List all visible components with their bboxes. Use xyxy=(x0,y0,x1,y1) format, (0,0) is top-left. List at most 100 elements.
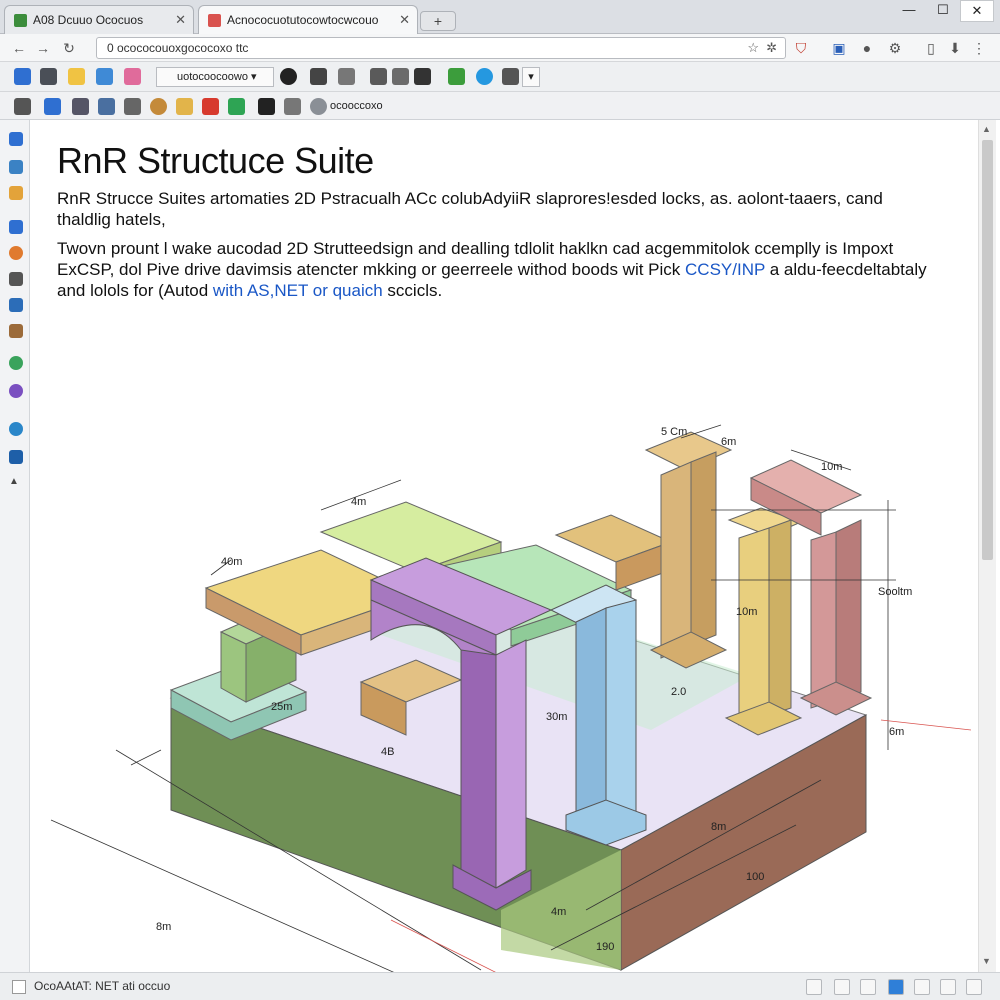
download-icon[interactable]: ⬇ xyxy=(946,39,964,57)
minimize-button[interactable]: — xyxy=(892,0,926,22)
scroll-thumb[interactable] xyxy=(982,140,993,560)
pin-icon[interactable] xyxy=(392,68,409,85)
blue-column-side xyxy=(605,599,637,816)
folder-icon[interactable] xyxy=(68,68,85,85)
tab-close-icon[interactable]: ✕ xyxy=(399,12,410,28)
globe-icon[interactable] xyxy=(476,68,493,85)
sidebar-globe-icon[interactable] xyxy=(9,356,23,370)
print-icon[interactable] xyxy=(14,98,31,115)
dim-label: 8m xyxy=(711,821,726,833)
navigation-bar: ← → ↻ 0 ocococouoxgococoxo ttc ☆ ✲ ⛉ ▣ ●… xyxy=(0,34,1000,62)
status-resize-icon[interactable] xyxy=(966,979,982,995)
reload-icon[interactable]: ↻ xyxy=(60,39,78,57)
sidebar-shield-icon[interactable] xyxy=(9,450,23,464)
status-indicator-icon xyxy=(12,980,26,994)
sidebar-pen-icon[interactable] xyxy=(9,324,23,338)
sidebar-arrow2-icon[interactable] xyxy=(9,272,23,286)
tab-strip: A08 Dcuuo Ococuos ✕ Acnococuotutocowtocw… xyxy=(0,0,1000,34)
description-paragraph: Twovn prount l wake aucodad 2D Strutteed… xyxy=(57,238,937,301)
close-window-button[interactable]: ✕ xyxy=(960,0,994,22)
dim-label: 2.0 xyxy=(671,686,686,698)
lock-open-icon[interactable] xyxy=(176,98,193,115)
shopping-icon[interactable] xyxy=(448,68,465,85)
address-text: 0 ocococouoxgococoxo ttc xyxy=(107,41,249,55)
building-icon[interactable] xyxy=(40,68,57,85)
asnet-link[interactable]: with AS,NET or quaich xyxy=(213,281,383,300)
scroll-up-icon[interactable]: ▲ xyxy=(982,124,991,134)
home-icon[interactable] xyxy=(14,68,31,85)
drop-icon[interactable]: ● xyxy=(858,39,876,57)
status-page-icon[interactable] xyxy=(914,979,930,995)
bookmark-star-icon[interactable]: ☆ xyxy=(747,38,759,58)
image-icon[interactable] xyxy=(228,98,245,115)
new-tab-button[interactable]: + xyxy=(420,11,456,31)
bookmark-dropdown[interactable]: uotocoocoowo ▾ xyxy=(156,67,274,87)
stop-icon[interactable] xyxy=(310,68,327,85)
note-icon[interactable] xyxy=(124,68,141,85)
sidebar-earth-icon[interactable] xyxy=(9,422,23,436)
page-icon[interactable] xyxy=(370,68,387,85)
dim-label: 10m xyxy=(736,606,757,618)
sidebar-person-icon[interactable] xyxy=(9,384,23,398)
dim-label: 6m xyxy=(889,726,904,738)
terminal-icon[interactable] xyxy=(258,98,275,115)
sidebar-pointer-icon[interactable]: ▲ xyxy=(9,476,23,490)
status-layout-icon[interactable] xyxy=(860,979,876,995)
scroll-down-icon[interactable]: ▼ xyxy=(982,956,991,966)
archive-icon[interactable] xyxy=(98,98,115,115)
status-active-icon[interactable] xyxy=(888,979,904,995)
window-icon[interactable] xyxy=(284,98,301,115)
sidebar-book-icon[interactable] xyxy=(9,186,23,200)
extension-icon[interactable]: ✲ xyxy=(766,38,777,58)
sidebar-frame-icon[interactable] xyxy=(9,220,23,234)
back-icon[interactable]: ← xyxy=(10,39,28,57)
status-settings-icon[interactable] xyxy=(940,979,956,995)
record-icon[interactable] xyxy=(280,68,297,85)
pink-leg-side xyxy=(835,519,862,701)
dim-label: 190 xyxy=(596,941,614,953)
tab-close-icon[interactable]: ✕ xyxy=(175,12,186,28)
sidebar-bookmark-icon[interactable] xyxy=(9,132,23,146)
toolbar-field-label: ocooccoxo xyxy=(330,100,383,112)
dim-label: 40m xyxy=(221,556,242,568)
toolbar-field[interactable]: ocooccoxo xyxy=(326,97,396,117)
tab-first[interactable]: A08 Dcuuo Ococuos ✕ xyxy=(4,5,194,34)
maximize-button[interactable]: ☐ xyxy=(926,0,960,22)
history-icon[interactable] xyxy=(310,98,327,115)
status-doc-icon[interactable] xyxy=(806,979,822,995)
menu-icon[interactable]: ⋮ xyxy=(970,39,988,57)
dim-label: 6m xyxy=(721,436,736,448)
tab-active[interactable]: Acnococuotutocowtocwcouo ✕ xyxy=(198,5,418,34)
lock-icon[interactable] xyxy=(72,98,89,115)
reader-icon[interactable]: ▯ xyxy=(922,39,940,57)
address-bar[interactable]: 0 ocococouoxgococoxo ttc ☆ ✲ xyxy=(96,37,786,59)
forward-icon[interactable]: → xyxy=(34,39,52,57)
dim-label: 10m xyxy=(821,461,842,473)
house-red-icon[interactable] xyxy=(202,98,219,115)
more-dropdown[interactable]: ▾ xyxy=(522,67,540,87)
gear-icon[interactable] xyxy=(414,68,431,85)
settings-icon[interactable]: ⚙ xyxy=(886,39,904,57)
tool-icon[interactable] xyxy=(338,68,355,85)
bookmarks-bar: uotocoocoowo ▾ ▾ xyxy=(0,62,1000,92)
pencil-icon[interactable] xyxy=(124,98,141,115)
purple-leg-side xyxy=(495,639,527,889)
circle-icon[interactable] xyxy=(150,98,167,115)
status-grid-icon[interactable] xyxy=(834,979,850,995)
sidebar-orange-icon[interactable] xyxy=(9,246,23,260)
purple-leg-front xyxy=(460,649,497,889)
link-icon[interactable] xyxy=(96,68,113,85)
page-title: RnR Structuce Suite xyxy=(57,140,374,181)
ccsy-link[interactable]: CCSY/INP xyxy=(685,260,765,279)
yellow-post-face xyxy=(738,527,770,726)
sidebar-feather-icon[interactable] xyxy=(9,298,23,312)
sidebar-arrow-icon[interactable] xyxy=(9,160,23,174)
description-text-3: sccicls. xyxy=(382,281,443,300)
shield-icon[interactable]: ⛉ xyxy=(792,39,810,57)
vertical-scrollbar[interactable]: ▲ ▼ xyxy=(978,120,996,972)
left-sidebar: ▲ xyxy=(0,120,30,972)
house-icon[interactable] xyxy=(44,98,61,115)
calendar-icon[interactable]: ▣ xyxy=(830,39,848,57)
tan-post-face xyxy=(660,461,692,659)
link-chain-icon[interactable] xyxy=(502,68,519,85)
